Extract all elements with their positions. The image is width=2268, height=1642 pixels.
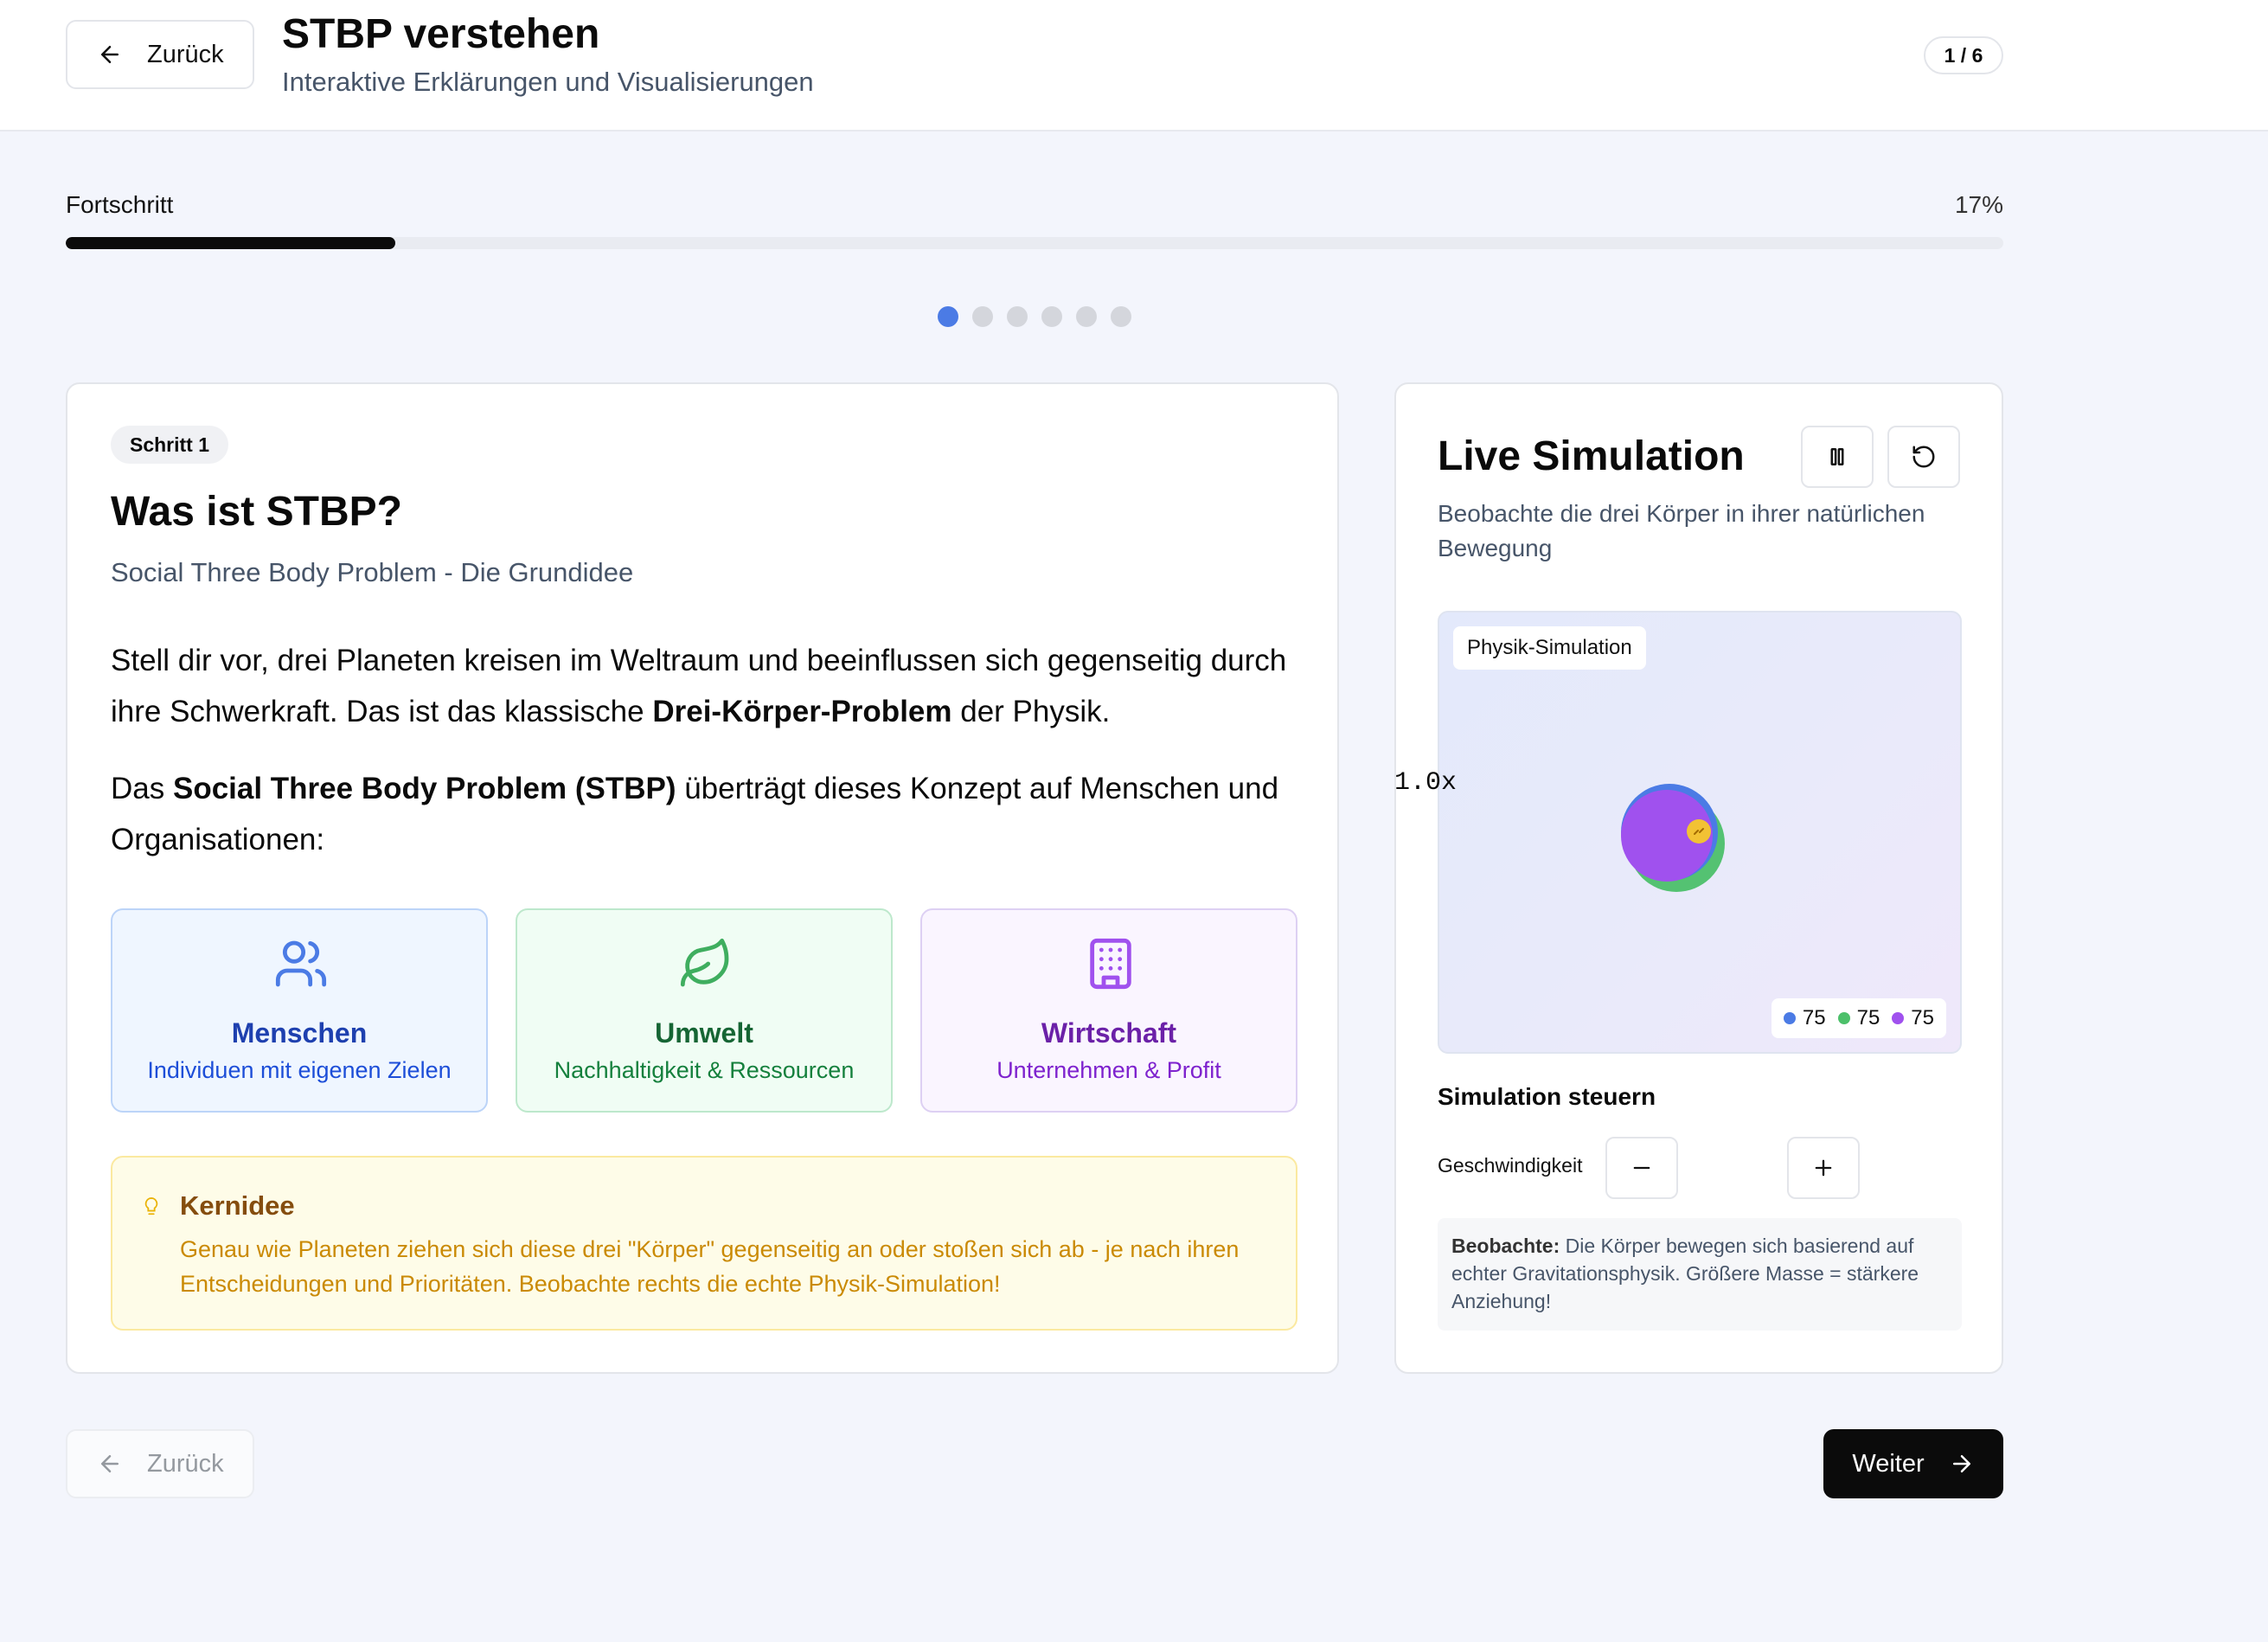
key-idea-box: Kernidee Genau wie Planeten ziehen sich … <box>111 1156 1297 1331</box>
tile-subtitle: Unternehmen & Profit <box>996 1057 1221 1083</box>
next-step-label: Weiter <box>1852 1449 1925 1478</box>
step-badge: Schritt 1 <box>111 426 229 464</box>
pause-button[interactable] <box>1801 426 1874 488</box>
tile-wirtschaft: Wirtschaft Unternehmen & Profit <box>920 908 1297 1113</box>
step-dot[interactable] <box>1111 306 1131 327</box>
minus-icon <box>1633 1166 1650 1170</box>
tile-umwelt: Umwelt Nachhaltigkeit & Ressourcen <box>516 908 893 1113</box>
back-button-label: Zurück <box>147 40 224 68</box>
building-icon <box>1090 938 1131 990</box>
step-dot[interactable] <box>1041 306 1062 327</box>
stbp-text: Das <box>111 772 173 805</box>
step-dot[interactable] <box>1007 306 1028 327</box>
arrow-right-icon <box>1952 1455 1970 1472</box>
progress-percent: 17% <box>1954 191 2003 218</box>
tile-title: Menschen <box>231 1017 368 1049</box>
step-dot[interactable] <box>972 306 993 327</box>
users-icon <box>275 940 327 987</box>
observation-note: Beobachte: Die Körper bewegen sich basie… <box>1438 1218 1962 1331</box>
speed-increase-button[interactable] <box>1787 1137 1860 1199</box>
speed-value: 1.0x <box>1394 768 1458 798</box>
simulation-canvas[interactable]: Physik-Simulation 75 75 75 <box>1438 611 1962 1054</box>
step-dot[interactable] <box>1076 306 1097 327</box>
step-content-card: Schritt 1 Was ist STBP? Social Three Bod… <box>66 382 1339 1374</box>
simulation-title: Live Simulation <box>1438 433 1745 479</box>
step-indicator-badge: 1 / 6 <box>1924 36 2003 74</box>
link-marker <box>1687 819 1711 843</box>
planets-visual <box>1621 784 1725 892</box>
intro-text-end: der Physik. <box>951 695 1111 728</box>
page-title: STBP verstehen <box>282 11 600 57</box>
speed-label: Geschwindigkeit <box>1438 1154 1583 1177</box>
legend-swatch <box>1892 1012 1905 1024</box>
previous-step-button[interactable]: Zurück <box>66 1429 254 1498</box>
legend-value: 75 <box>1911 1006 1934 1029</box>
intro-bold: Drei-Körper-Problem <box>652 695 952 728</box>
arrow-left-icon <box>101 1455 119 1472</box>
tile-title: Wirtschaft <box>1041 1017 1177 1049</box>
rotate-ccw-icon <box>1912 446 1935 468</box>
legend-value: 75 <box>1856 1006 1880 1029</box>
legend-item-purple: 75 <box>1892 1006 1934 1030</box>
legend-value: 75 <box>1802 1006 1826 1029</box>
stbp-paragraph: Das Social Three Body Problem (STBP) übe… <box>111 763 1304 865</box>
next-step-button[interactable]: Weiter <box>1823 1429 2003 1498</box>
tile-menschen: Menschen Individuen mit eigenen Zielen <box>111 908 488 1113</box>
legend-item-blue: 75 <box>1783 1006 1826 1030</box>
step-title: Was ist STBP? <box>111 489 402 535</box>
note-bold: Beobachte: <box>1451 1235 1560 1257</box>
key-idea-text: Genau wie Planeten ziehen sich diese dre… <box>180 1236 1240 1297</box>
reset-button[interactable] <box>1887 426 1960 488</box>
progress-bar-fill <box>66 237 395 249</box>
lightbulb-icon <box>144 1196 158 1215</box>
stbp-bold: Social Three Body Problem (STBP) <box>172 772 676 805</box>
tile-title: Umwelt <box>655 1017 753 1049</box>
speed-decrease-button[interactable] <box>1605 1137 1678 1199</box>
leaf-icon <box>680 938 729 987</box>
simulation-card: Live Simulation Beobachte die drei Körpe… <box>1394 382 2003 1374</box>
previous-step-label: Zurück <box>147 1449 224 1478</box>
progress-label: Fortschritt <box>66 191 174 218</box>
intro-paragraph: Stell dir vor, drei Planeten kreisen im … <box>111 635 1304 737</box>
legend-swatch <box>1783 1012 1796 1024</box>
key-idea-title: Kernidee <box>180 1190 295 1221</box>
arrow-left-icon <box>101 46 119 63</box>
back-button[interactable]: Zurück <box>66 20 254 89</box>
legend-item-green: 75 <box>1837 1006 1880 1030</box>
simulation-legend: 75 75 75 <box>1771 998 1946 1038</box>
legend-swatch <box>1837 1012 1850 1024</box>
simulation-label: Physik-Simulation <box>1453 626 1646 670</box>
step-dots <box>938 306 1131 327</box>
plus-icon <box>1815 1159 1832 1177</box>
controls-title: Simulation steuern <box>1438 1083 1656 1110</box>
step-subtitle: Social Three Body Problem - Die Grundide… <box>111 557 634 587</box>
pause-icon <box>1830 448 1844 465</box>
header-bar: Zurück STBP verstehen Interaktive Erklär… <box>0 0 2268 131</box>
tile-subtitle: Individuen mit eigenen Zielen <box>147 1057 452 1083</box>
step-dot[interactable] <box>938 306 958 327</box>
simulation-description: Beobachte die drei Körper in ihrer natür… <box>1438 500 1925 561</box>
page-subtitle: Interaktive Erklärungen und Visualisieru… <box>282 67 814 97</box>
progress-bar <box>66 237 2003 249</box>
tile-subtitle: Nachhaltigkeit & Ressourcen <box>554 1057 855 1083</box>
